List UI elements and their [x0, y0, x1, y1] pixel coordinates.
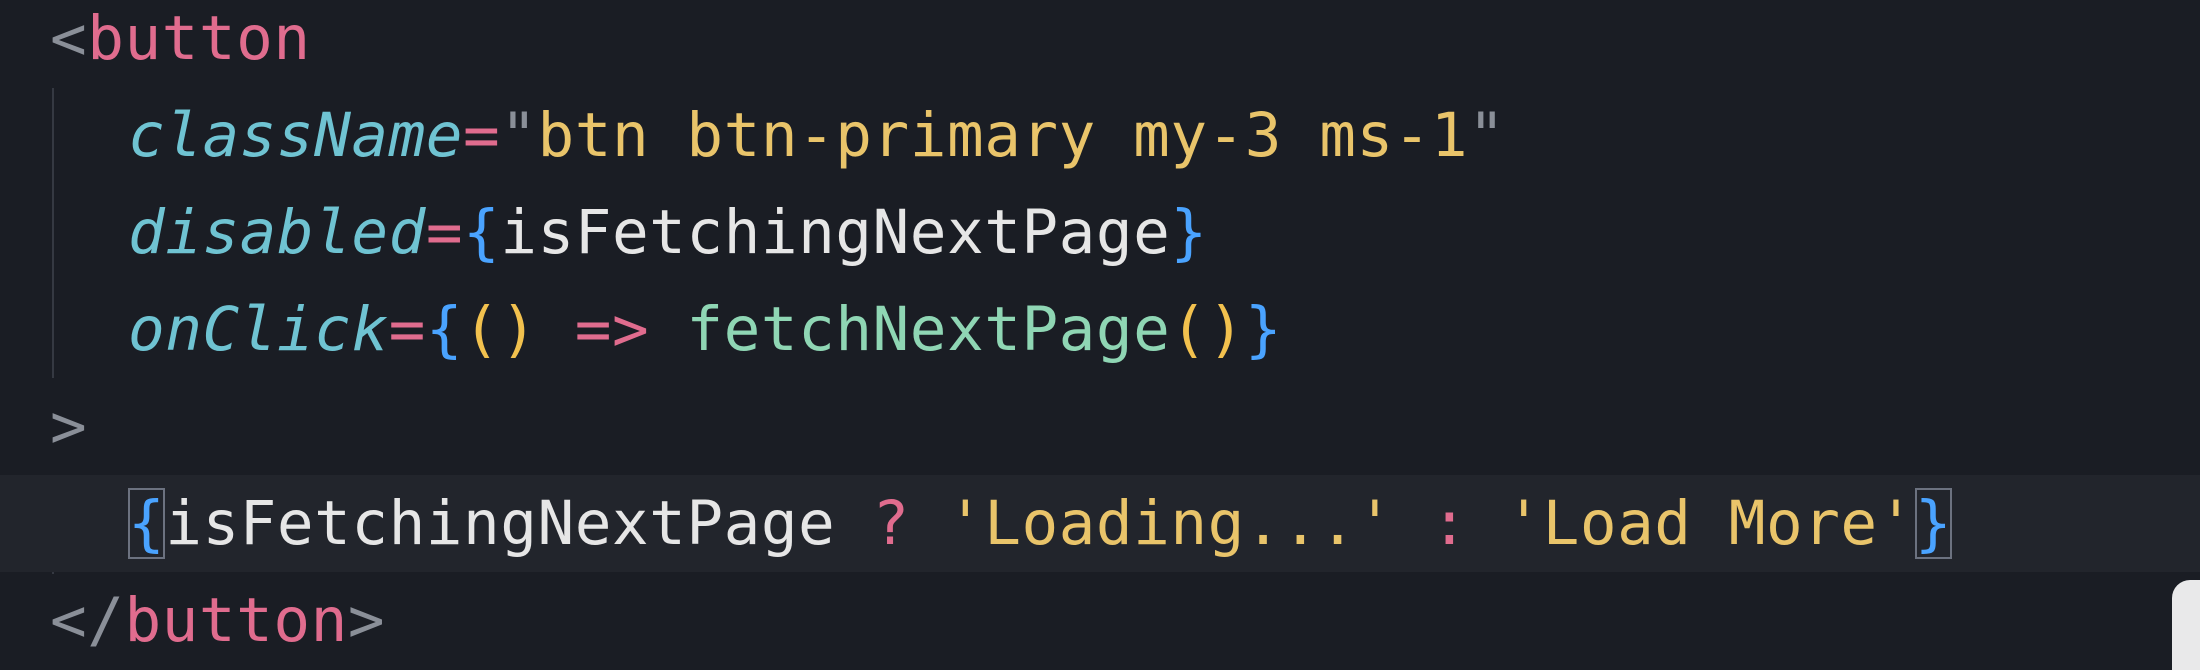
code-line-1[interactable]: <button	[0, 0, 2200, 87]
code-editor[interactable]: <button className="btn btn-primary my-3 …	[0, 0, 2200, 670]
open-brace-matched: {	[128, 488, 166, 559]
parens: ()	[463, 294, 538, 365]
close-brace: }	[1244, 294, 1283, 365]
quote: "	[500, 100, 538, 171]
open-brace: {	[463, 197, 501, 268]
function-name: fetchNextPage	[686, 294, 1171, 365]
ternary-operator: ?	[872, 488, 910, 559]
tag-open-bracket: </	[50, 585, 125, 656]
string-loading: 'Loading...'	[947, 488, 1394, 559]
attribute-name: onClick	[128, 294, 389, 365]
close-brace: }	[1170, 197, 1208, 268]
code-line-5[interactable]: >	[0, 378, 2200, 475]
tag-name: button	[87, 3, 311, 74]
code-line-3[interactable]: disabled={isFetchingNextPage}	[0, 184, 2200, 281]
tag-close-bracket: >	[347, 585, 386, 656]
code-line-4[interactable]: onClick={() => fetchNextPage()}	[0, 281, 2200, 378]
tag-name: button	[124, 585, 348, 656]
tag-open-bracket: <	[50, 3, 88, 74]
equals-sign: =	[463, 100, 501, 171]
identifier: isFetchingNextPage	[165, 488, 836, 559]
equals-sign: =	[388, 294, 426, 365]
scrollbar-thumb[interactable]	[2172, 580, 2200, 670]
arrow-operator: =>	[574, 294, 650, 365]
string-value: btn btn-primary my-3 ms-1	[537, 100, 1469, 171]
code-line-2[interactable]: className="btn btn-primary my-3 ms-1"	[0, 87, 2200, 184]
quote: "	[1468, 100, 1506, 171]
code-line-6-active[interactable]: {isFetchingNextPage ? 'Loading...' : 'Lo…	[0, 475, 2200, 572]
close-brace-matched: }	[1914, 488, 1953, 559]
code-line-7[interactable]: </button>	[0, 572, 2200, 669]
call-parens: ()	[1170, 294, 1245, 365]
attribute-name: disabled	[128, 197, 426, 268]
string-load-more: 'Load More'	[1505, 488, 1915, 559]
tag-close-bracket: >	[50, 391, 88, 462]
identifier: isFetchingNextPage	[500, 197, 1171, 268]
attribute-name: className	[128, 100, 464, 171]
open-brace: {	[425, 294, 464, 365]
colon-operator: :	[1430, 488, 1469, 559]
equals-sign: =	[425, 197, 464, 268]
